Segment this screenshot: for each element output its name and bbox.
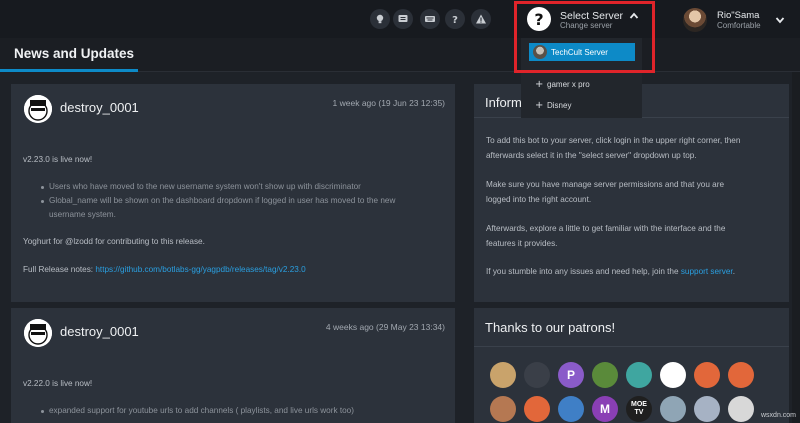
page-header: News and Updates xyxy=(0,38,800,72)
server-dropdown-menu: TechCult Server + gamer x pro + Disney xyxy=(521,38,642,118)
post-author[interactable]: destroy_0001 xyxy=(60,100,139,115)
avatar xyxy=(683,8,707,32)
header-divider xyxy=(138,71,800,72)
post-date: 4 weeks ago (29 May 23 13:34) xyxy=(325,322,445,332)
question-icon: ? xyxy=(527,7,551,31)
news-post: destroy_0001 1 week ago (19 Jun 23 12:35… xyxy=(11,84,455,302)
top-bar: ? ? Select Server Change server Rio"Sama… xyxy=(0,0,800,38)
post-bullet: Global_name will be shown on the dashboa… xyxy=(49,196,396,205)
patron-avatar[interactable] xyxy=(660,362,686,388)
bullet-dot xyxy=(41,200,44,203)
news-post: destroy_0001 4 weeks ago (29 May 23 13:3… xyxy=(11,308,455,423)
bullet-dot xyxy=(41,410,44,413)
post-bullet: Users who have moved to the new username… xyxy=(49,182,361,191)
chevron-down-icon xyxy=(775,17,785,24)
release-label: Full Release notes: xyxy=(23,265,96,274)
patron-avatar[interactable] xyxy=(558,396,584,422)
server-item-gamer-x-pro[interactable]: + gamer x pro xyxy=(529,75,635,93)
post-author[interactable]: destroy_0001 xyxy=(60,324,139,339)
svg-text:?: ? xyxy=(452,15,458,25)
server-item-label: Disney xyxy=(547,100,572,110)
patrons-panel: Thanks to our patrons! P M MOE TV xyxy=(474,308,789,423)
user-menu[interactable]: Rio"Sama Comfortable xyxy=(683,6,793,34)
scrollbar[interactable] xyxy=(792,72,800,423)
info-text: To add this bot to your server, click lo… xyxy=(486,136,741,145)
server-item-label: gamer x pro xyxy=(547,79,590,89)
user-status: Comfortable xyxy=(717,21,761,30)
patron-avatar[interactable] xyxy=(728,396,754,422)
patron-avatar[interactable] xyxy=(660,396,686,422)
release-notes: Full Release notes: https://github.com/b… xyxy=(23,265,306,274)
post-thanks: Yoghurt for @lzodd for contributing to t… xyxy=(23,237,205,246)
patron-avatar[interactable] xyxy=(626,362,652,388)
warning-icon[interactable] xyxy=(471,9,491,29)
author-avatar xyxy=(24,319,52,347)
help-icon[interactable]: ? xyxy=(445,9,465,29)
keyboard-icon[interactable] xyxy=(420,9,440,29)
patron-avatar[interactable] xyxy=(592,362,618,388)
server-item-techcult[interactable]: TechCult Server xyxy=(529,43,635,61)
post-bullet: username system. xyxy=(49,210,116,219)
bullet-dot xyxy=(41,186,44,189)
post-intro: v2.23.0 is live now! xyxy=(23,155,93,164)
patrons-title: Thanks to our patrons! xyxy=(485,320,616,335)
patron-avatar[interactable]: P xyxy=(558,362,584,388)
patron-avatar[interactable] xyxy=(524,396,550,422)
patron-avatar[interactable] xyxy=(694,362,720,388)
panel-divider xyxy=(474,346,789,347)
patron-avatar[interactable]: MOE TV xyxy=(626,396,652,422)
patron-avatar[interactable] xyxy=(490,362,516,388)
post-date: 1 week ago (19 Jun 23 12:35) xyxy=(332,98,445,108)
lightbulb-icon[interactable] xyxy=(370,9,390,29)
server-avatar xyxy=(533,45,547,59)
chevron-up-icon xyxy=(629,12,639,19)
server-item-label: TechCult Server xyxy=(551,47,608,57)
server-select-dropdown[interactable]: ? Select Server Change server xyxy=(519,3,649,35)
help-suffix: . xyxy=(732,267,735,276)
release-notes-link[interactable]: https://github.com/botlabs-gg/yagpdb/rel… xyxy=(95,265,305,274)
post-intro: v2.22.0 is live now! xyxy=(23,379,93,388)
info-text: features it provides. xyxy=(486,239,558,248)
patron-avatar[interactable]: M xyxy=(592,396,618,422)
plus-icon: + xyxy=(535,78,544,90)
author-avatar xyxy=(24,95,52,123)
user-name: Rio"Sama xyxy=(717,10,760,21)
info-panel-title: Inform xyxy=(485,95,522,110)
patron-avatar[interactable] xyxy=(490,396,516,422)
post-bullet: expanded support for youtube urls to add… xyxy=(49,406,354,415)
patron-avatar[interactable] xyxy=(524,362,550,388)
patron-avatar[interactable] xyxy=(728,362,754,388)
patron-avatar[interactable] xyxy=(694,396,720,422)
info-text: afterwards select it in the "select serv… xyxy=(486,151,697,160)
support-server-link[interactable]: support server xyxy=(681,267,733,276)
watermark: wsxdn.com xyxy=(761,412,797,419)
tab-underline xyxy=(0,69,138,72)
server-select-subtitle: Change server xyxy=(560,21,613,30)
info-text: Make sure you have manage server permiss… xyxy=(486,180,725,189)
info-text: logged into the right account. xyxy=(486,195,592,204)
help-prefix: If you stumble into any issues and need … xyxy=(486,267,681,276)
help-text: If you stumble into any issues and need … xyxy=(486,267,735,276)
info-text: Afterwards, explore a little to get fami… xyxy=(486,224,726,233)
page-title: News and Updates xyxy=(14,46,135,61)
server-item-disney[interactable]: + Disney xyxy=(529,96,635,114)
plus-icon: + xyxy=(535,99,544,111)
chat-icon[interactable] xyxy=(393,9,413,29)
